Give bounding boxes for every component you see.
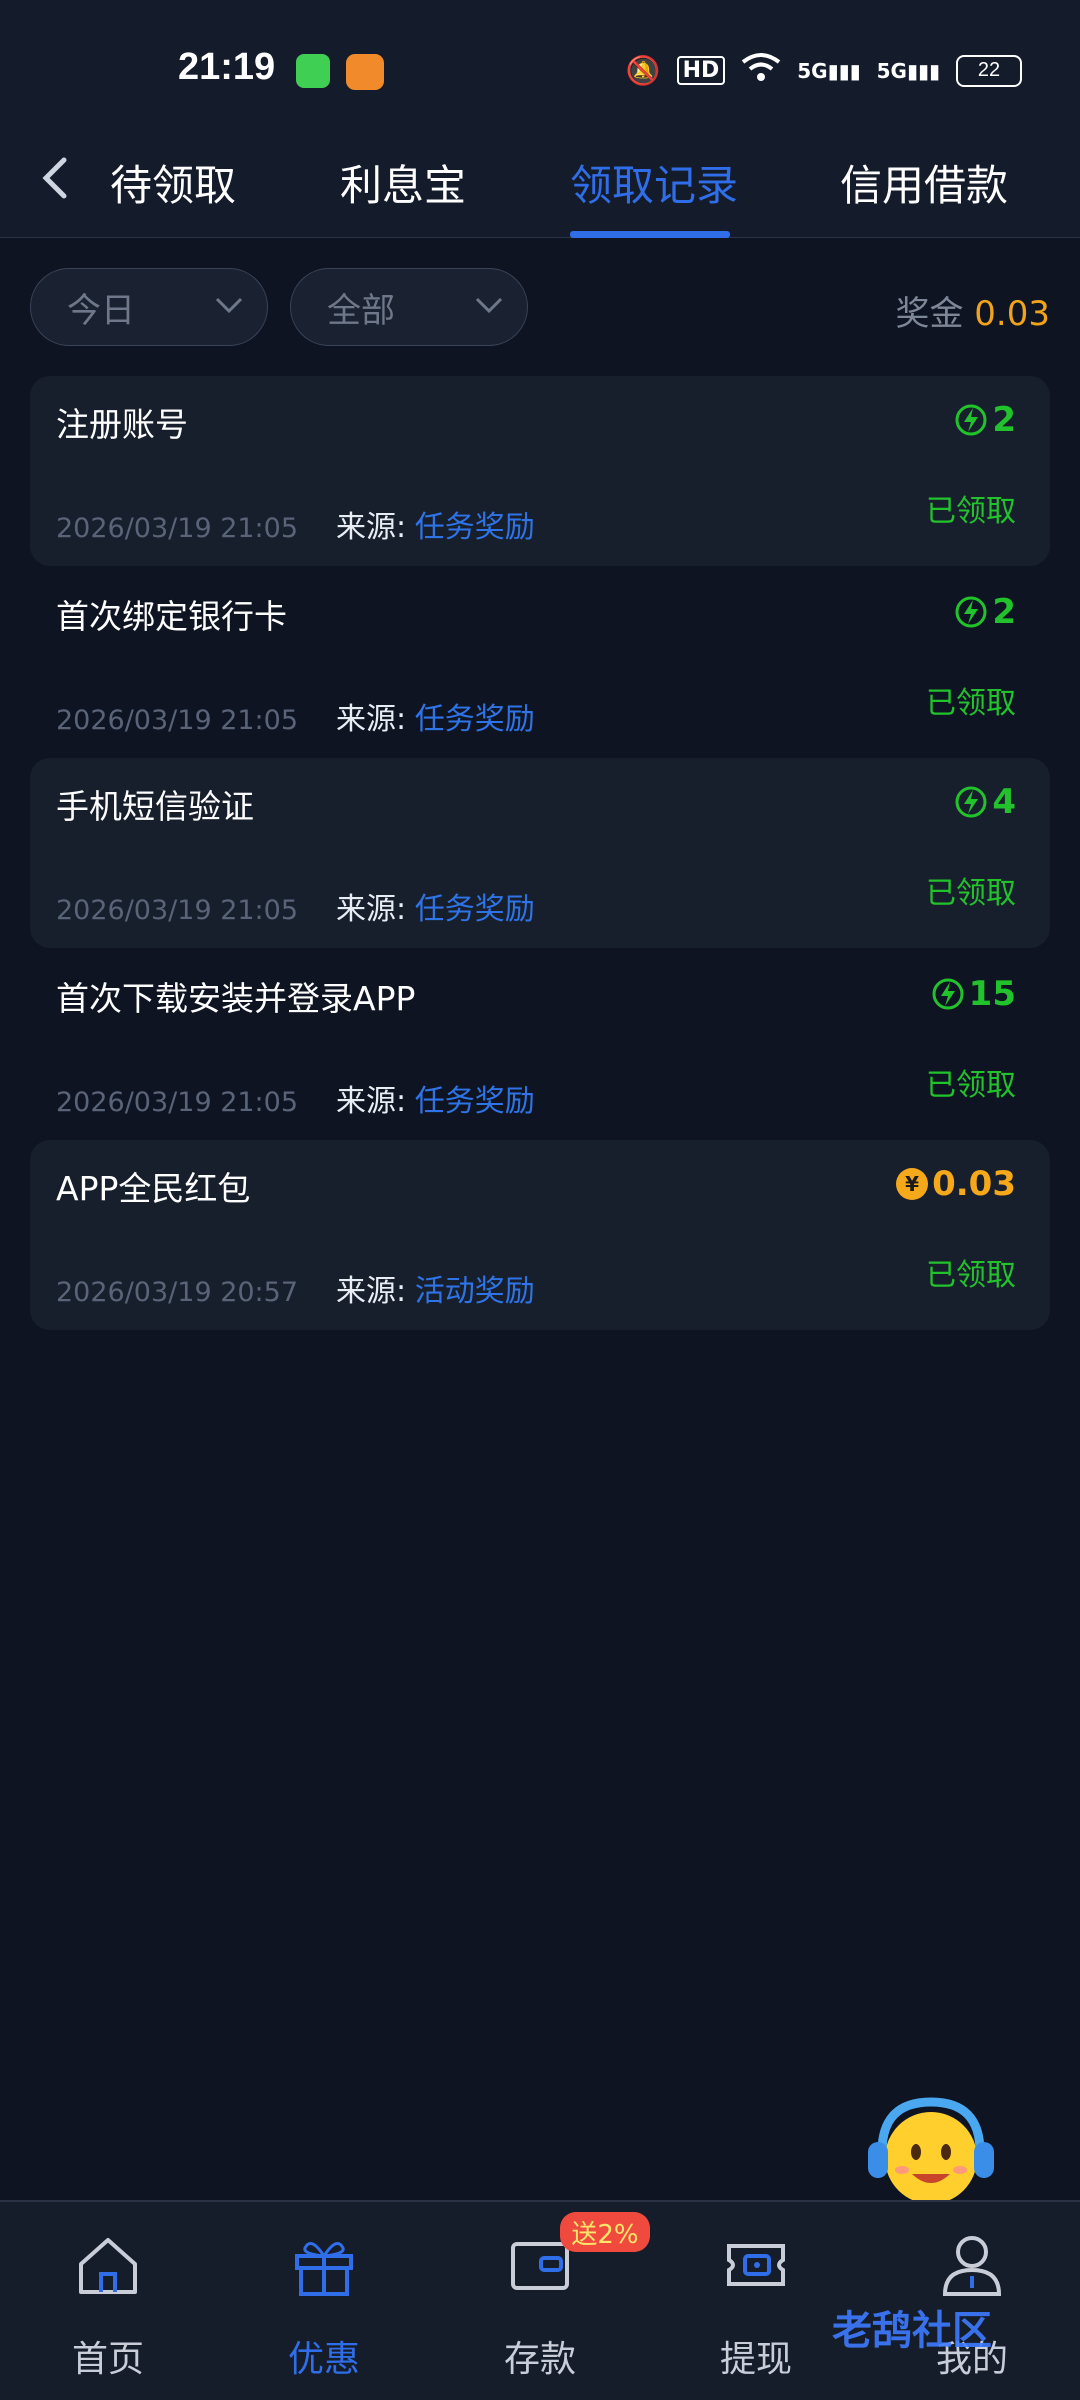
- tab-interest[interactable]: 利息宝: [340, 152, 466, 213]
- bolt-coin-icon: [955, 786, 987, 818]
- record-title: 首次下载安装并登录APP: [56, 979, 416, 1018]
- chevron-down-icon: [215, 297, 243, 314]
- record-status: 已领取: [926, 1068, 1016, 1103]
- yuan-coin-icon: ¥: [896, 1168, 929, 1200]
- record-source: 任务奖励: [414, 1084, 535, 1119]
- mute-bell-icon: 🔕: [625, 54, 661, 87]
- system-icons: 🔕 HD 5G▮▮▮ 5G▮▮▮ 22: [626, 52, 1022, 89]
- back-arrow-icon[interactable]: [34, 148, 74, 221]
- nav-home[interactable]: 首页: [28, 2230, 188, 2380]
- record-source-label: 来源:: [336, 892, 407, 927]
- nav-withdraw-label: 提现: [719, 2339, 792, 2380]
- record-amount: 15: [931, 974, 1016, 1014]
- wifi-icon: [741, 52, 781, 89]
- date-filter-dropdown[interactable]: 今日: [30, 268, 268, 346]
- chevron-down-icon: [475, 297, 503, 314]
- battery-icon: 22: [956, 54, 1022, 87]
- tab-pending[interactable]: 待领取: [110, 152, 236, 213]
- signal-5g-label-2: 5G: [876, 58, 907, 83]
- record-title: APP全民红包: [56, 1169, 251, 1208]
- nav-home-label: 首页: [71, 2339, 144, 2380]
- ticket-cash-icon: [727, 2244, 785, 2286]
- hd-icon: HD: [676, 56, 726, 85]
- record-amount-value: 15: [968, 974, 1016, 1014]
- bolt-coin-icon: [955, 596, 987, 628]
- active-tab-indicator: [570, 231, 730, 238]
- type-filter-dropdown[interactable]: 全部: [290, 268, 528, 346]
- record-amount-value: 0.03: [932, 1164, 1016, 1204]
- record-source: 任务奖励: [414, 510, 535, 545]
- record-item: 首次下载安装并登录APP 15 已领取 2026/03/19 21:05 来源: …: [30, 950, 1050, 1140]
- home-icon: [79, 2238, 137, 2294]
- user-icon: [942, 2236, 1002, 2296]
- video-app-icon: [346, 54, 384, 90]
- tab-claim-records[interactable]: 领取记录: [570, 152, 738, 213]
- record-amount-value: 2: [992, 592, 1016, 632]
- record-status: 已领取: [926, 1258, 1016, 1293]
- record-source-label: 来源:: [336, 702, 407, 737]
- record-datetime: 2026/03/19 20:57: [56, 1277, 299, 1308]
- signal-5g-icon: 5G▮▮▮: [797, 58, 861, 83]
- record-meta: 2026/03/19 21:05 来源: 任务奖励: [56, 502, 535, 546]
- nav-deposit[interactable]: 存款: [460, 2230, 620, 2380]
- status-time: 21:19: [178, 46, 276, 88]
- nav-withdraw[interactable]: 提现: [676, 2230, 836, 2380]
- tab-credit-loan[interactable]: 信用借款: [840, 152, 1008, 213]
- record-title: 首次绑定银行卡: [56, 597, 287, 636]
- record-amount: ¥ 0.03: [896, 1164, 1016, 1204]
- record-source-label: 来源:: [336, 1274, 407, 1309]
- signal-5g-icon-2: 5G▮▮▮: [876, 58, 940, 83]
- record-status: 已领取: [926, 686, 1016, 721]
- record-datetime: 2026/03/19 21:05: [56, 1087, 299, 1118]
- gift-icon: [295, 2242, 353, 2296]
- deposit-bonus-badge: 送2%: [560, 2212, 650, 2252]
- record-meta: 2026/03/19 21:05 来源: 任务奖励: [56, 694, 535, 738]
- customer-service-mascot-icon[interactable]: [862, 2094, 1000, 2214]
- record-amount-value: 2: [992, 400, 1016, 440]
- watermark: 老鸹社区: [832, 2308, 992, 2354]
- message-app-icon: [296, 54, 330, 88]
- nav-deposit-label: 存款: [503, 2339, 576, 2380]
- bonus-value: 0.03: [974, 294, 1050, 334]
- record-source-label: 来源:: [336, 1084, 407, 1119]
- record-title: 注册账号: [56, 405, 188, 444]
- record-datetime: 2026/03/19 21:05: [56, 705, 299, 736]
- record-meta: 2026/03/19 21:05 来源: 任务奖励: [56, 1076, 535, 1120]
- record-source: 任务奖励: [414, 892, 535, 927]
- record-item: 注册账号 2 已领取 2026/03/19 21:05 来源: 任务奖励: [30, 376, 1050, 566]
- type-filter-value: 全部: [327, 290, 395, 331]
- bolt-coin-icon: [932, 978, 964, 1010]
- record-item: 首次绑定银行卡 2 已领取 2026/03/19 21:05 来源: 任务奖励: [30, 568, 1050, 758]
- date-filter-value: 今日: [67, 290, 135, 331]
- record-source: 任务奖励: [414, 702, 535, 737]
- bonus-total: 奖金 0.03: [895, 286, 1050, 335]
- record-amount: 4: [954, 782, 1016, 822]
- record-source: 活动奖励: [414, 1274, 535, 1309]
- record-amount-value: 4: [992, 782, 1016, 822]
- record-datetime: 2026/03/19 21:05: [56, 513, 299, 544]
- nav-promotions-label: 优惠: [287, 2339, 360, 2380]
- record-item: 手机短信验证 4 已领取 2026/03/19 21:05 来源: 任务奖励: [30, 758, 1050, 948]
- nav-promotions[interactable]: 优惠: [244, 2230, 404, 2380]
- record-status: 已领取: [926, 876, 1016, 911]
- status-bar: 21:19 🔕 HD 5G▮▮▮ 5G▮▮▮ 22: [0, 0, 1080, 140]
- record-amount: 2: [954, 592, 1016, 632]
- record-status: 已领取: [926, 494, 1016, 529]
- record-datetime: 2026/03/19 21:05: [56, 895, 299, 926]
- record-meta: 2026/03/19 20:57 来源: 活动奖励: [56, 1266, 535, 1310]
- record-meta: 2026/03/19 21:05 来源: 任务奖励: [56, 884, 535, 928]
- record-item: APP全民红包 ¥ 0.03 已领取 2026/03/19 20:57 来源: 活…: [30, 1140, 1050, 1330]
- bolt-coin-icon: [955, 404, 987, 436]
- record-source-label: 来源:: [336, 510, 407, 545]
- record-amount: 2: [954, 400, 1016, 440]
- signal-5g-label: 5G: [797, 58, 828, 83]
- tab-header: 待领取 利息宝 领取记录 信用借款: [0, 140, 1080, 238]
- record-title: 手机短信验证: [56, 787, 254, 826]
- bonus-label: 奖金: [895, 294, 964, 334]
